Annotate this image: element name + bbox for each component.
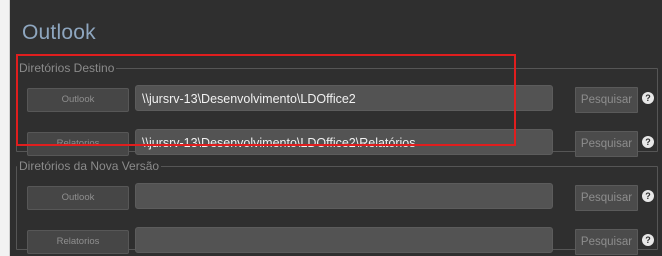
- page-title: Outlook: [22, 21, 96, 44]
- outlook-path-field[interactable]: \\jursrv-13\Desenvolvimento\LDOffice2: [135, 85, 553, 111]
- help-icon[interactable]: ?: [642, 234, 654, 246]
- search-button[interactable]: Pesquisar: [575, 185, 638, 211]
- search-button[interactable]: Pesquisar: [575, 87, 638, 113]
- outlook-directory-row: Outlook Pesquisar ?: [17, 183, 657, 211]
- search-button[interactable]: Pesquisar: [575, 131, 638, 157]
- reports-path-field[interactable]: [135, 227, 553, 253]
- reports-button[interactable]: Relatorios: [27, 230, 129, 254]
- new-version-directories-group: Diretórios da Nova Versão Outlook Pesqui…: [16, 159, 658, 255]
- left-border: [0, 0, 10, 256]
- reports-directory-row: Relatorios Pesquisar ?: [17, 227, 657, 255]
- outlook-button[interactable]: Outlook: [27, 88, 129, 112]
- help-icon[interactable]: ?: [642, 92, 654, 104]
- group-legend: Diretórios da Nova Versão: [19, 159, 160, 173]
- outlook-directory-row: Outlook \\jursrv-13\Desenvolvimento\LDOf…: [17, 85, 657, 113]
- outlook-button[interactable]: Outlook: [27, 186, 129, 210]
- outlook-path-field[interactable]: [135, 183, 553, 209]
- reports-button[interactable]: Relatorios: [27, 132, 129, 156]
- group-legend: Diretórios Destino: [19, 61, 115, 75]
- reports-path-field[interactable]: \\jursrv-13\Desenvolvimento\LDOffice2\Re…: [135, 129, 553, 155]
- search-button[interactable]: Pesquisar: [575, 229, 638, 255]
- help-icon[interactable]: ?: [642, 136, 654, 148]
- reports-directory-row: Relatorios \\jursrv-13\Desenvolvimento\L…: [17, 129, 657, 157]
- destination-directories-group: Diretórios Destino Outlook \\jursrv-13\D…: [16, 61, 658, 157]
- help-icon[interactable]: ?: [642, 190, 654, 202]
